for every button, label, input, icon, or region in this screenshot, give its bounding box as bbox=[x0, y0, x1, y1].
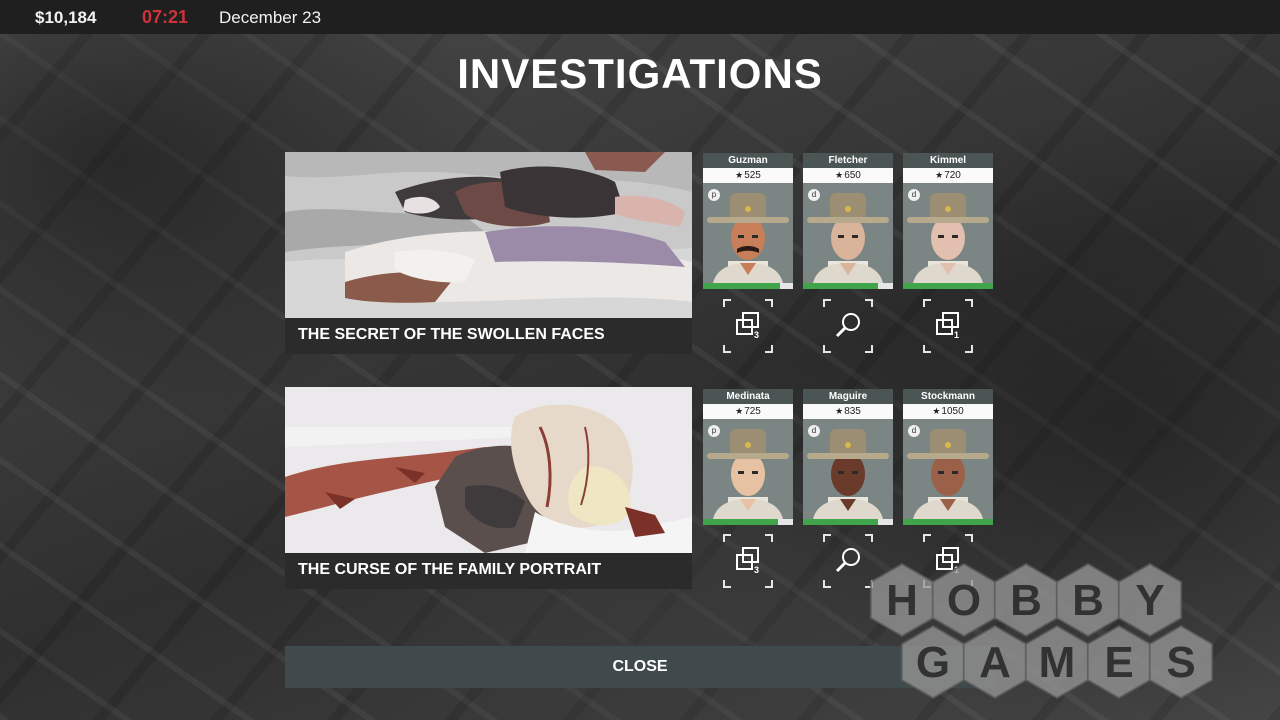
star-icon: ★ bbox=[932, 406, 941, 416]
officer-energy-fill bbox=[703, 519, 778, 525]
skill-badge-icon: d bbox=[908, 425, 920, 437]
officer-energy-bar bbox=[703, 519, 793, 525]
evidence-slot-documents[interactable]: 1 bbox=[923, 299, 973, 353]
officer-energy-bar bbox=[903, 519, 993, 525]
officer-name: Medinata bbox=[703, 389, 793, 404]
logo-letter: A bbox=[979, 638, 1011, 687]
officer-card-maguire[interactable]: Maguire ★835 d bbox=[803, 389, 893, 525]
case-illustration bbox=[285, 387, 692, 553]
case-title: THE SECRET OF THE SWOLLEN FACES bbox=[285, 318, 692, 354]
officer-energy-bar bbox=[803, 519, 893, 525]
slot-count: 3 bbox=[754, 330, 760, 340]
date-label: December 23 bbox=[219, 8, 322, 27]
evidence-slot-documents[interactable]: 3 bbox=[723, 534, 773, 588]
officer-energy-bar bbox=[803, 283, 893, 289]
officer-score: ★1050 bbox=[903, 404, 993, 419]
skill-badge-icon: p bbox=[708, 189, 720, 201]
logo-letter: O bbox=[947, 576, 981, 625]
logo-letter: S bbox=[1166, 638, 1195, 687]
skill-badge-icon: p bbox=[708, 425, 720, 437]
officer-energy-fill bbox=[703, 283, 780, 289]
skill-badge-icon: d bbox=[808, 425, 820, 437]
officer-name: Stockmann bbox=[903, 389, 993, 404]
case-card-swollen-faces[interactable]: THE SECRET OF THE SWOLLEN FACES bbox=[285, 152, 692, 354]
logo-letter: H bbox=[886, 576, 918, 625]
hobby-games-watermark-logo: HOBBYGAMES bbox=[866, 560, 1280, 720]
officer-card-kimmel[interactable]: Kimmel ★720 d bbox=[903, 153, 993, 289]
magnifier-icon bbox=[835, 548, 860, 573]
officer-name: Maguire bbox=[803, 389, 893, 404]
page-title: INVESTIGATIONS bbox=[457, 50, 823, 97]
skill-badge-icon: d bbox=[808, 189, 820, 201]
logo-letter: G bbox=[916, 638, 950, 687]
officer-score: ★650 bbox=[803, 168, 893, 183]
skill-badge-icon: d bbox=[908, 189, 920, 201]
officer-card-medinata[interactable]: Medinata ★725 p bbox=[703, 389, 793, 525]
top-status-bar: $10,184 07:21 December 23 bbox=[0, 0, 1280, 34]
slot-count: 3 bbox=[754, 565, 760, 575]
officer-energy-bar bbox=[903, 283, 993, 289]
case-card-family-portrait[interactable]: THE CURSE OF THE FAMILY PORTRAIT bbox=[285, 387, 692, 589]
officer-score: ★725 bbox=[703, 404, 793, 419]
logo-letter: B bbox=[1010, 576, 1042, 625]
officer-score: ★525 bbox=[703, 168, 793, 183]
evidence-slot-search[interactable] bbox=[823, 299, 873, 353]
star-icon: ★ bbox=[935, 170, 944, 180]
logo-letter: M bbox=[1039, 638, 1076, 687]
logo-letter: Y bbox=[1135, 576, 1164, 625]
officer-energy-fill bbox=[903, 519, 993, 525]
star-icon: ★ bbox=[835, 406, 844, 416]
officer-score: ★720 bbox=[903, 168, 993, 183]
officer-card-guzman[interactable]: Guzman ★525 p bbox=[703, 153, 793, 289]
officer-name: Guzman bbox=[703, 153, 793, 168]
logo-letter: E bbox=[1104, 638, 1133, 687]
officer-energy-fill bbox=[803, 283, 878, 289]
case-illustration bbox=[285, 152, 692, 318]
case-title: THE CURSE OF THE FAMILY PORTRAIT bbox=[285, 553, 692, 589]
officer-energy-fill bbox=[803, 519, 878, 525]
logo-letter: B bbox=[1072, 576, 1104, 625]
officer-score: ★835 bbox=[803, 404, 893, 419]
star-icon: ★ bbox=[735, 406, 744, 416]
officer-name: Fletcher bbox=[803, 153, 893, 168]
magnifier-icon bbox=[835, 313, 860, 338]
officer-card-stockmann[interactable]: Stockmann ★1050 d bbox=[903, 389, 993, 525]
slot-count: 1 bbox=[954, 330, 960, 340]
officer-name: Kimmel bbox=[903, 153, 993, 168]
star-icon: ★ bbox=[835, 170, 844, 180]
officer-energy-fill bbox=[903, 283, 993, 289]
officer-energy-bar bbox=[703, 283, 793, 289]
clock: 07:21 bbox=[142, 7, 189, 27]
money-counter: $10,184 bbox=[35, 8, 97, 27]
star-icon: ★ bbox=[735, 170, 744, 180]
officer-card-fletcher[interactable]: Fletcher ★650 d bbox=[803, 153, 893, 289]
evidence-slot-documents[interactable]: 3 bbox=[723, 299, 773, 353]
